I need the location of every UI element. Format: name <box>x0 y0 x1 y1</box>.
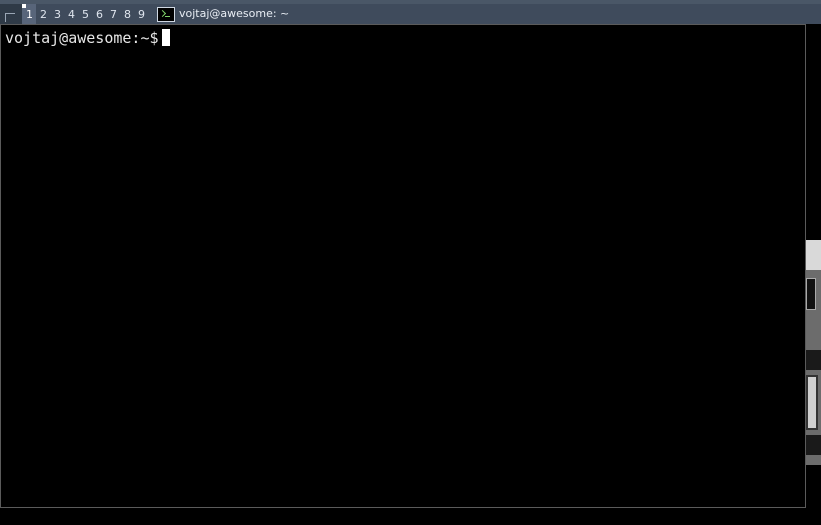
terminal-prompt: vojtaj@awesome:~$ <box>5 29 159 47</box>
taglist: 1 2 3 4 5 6 7 8 9 <box>22 4 148 24</box>
top-bar: 1 2 3 4 5 6 7 8 9 vojtaj@awesome: ~ <box>0 0 821 24</box>
launcher-icon[interactable] <box>0 4 22 24</box>
tag-1[interactable]: 1 <box>22 4 36 24</box>
tag-6[interactable]: 6 <box>92 4 106 24</box>
tag-4[interactable]: 4 <box>64 4 78 24</box>
terminal-line: vojtaj@awesome:~$ <box>5 29 170 47</box>
background-window-fragment[interactable] <box>806 240 821 465</box>
tag-8[interactable]: 8 <box>120 4 134 24</box>
fragment-panel <box>806 435 821 455</box>
task-title[interactable]: vojtaj@awesome: ~ <box>179 4 289 24</box>
tag-5[interactable]: 5 <box>78 4 92 24</box>
terminal-window[interactable]: vojtaj@awesome:~$ <box>0 24 806 508</box>
fragment-panel <box>806 278 816 310</box>
fragment-panel <box>806 375 818 430</box>
tag-9[interactable]: 9 <box>134 4 148 24</box>
fragment-panel <box>806 350 821 370</box>
tasklist: vojtaj@awesome: ~ <box>155 4 821 24</box>
tag-3[interactable]: 3 <box>50 4 64 24</box>
tag-2[interactable]: 2 <box>36 4 50 24</box>
fragment-panel <box>806 240 821 270</box>
terminal-cursor <box>161 29 170 46</box>
tag-7[interactable]: 7 <box>106 4 120 24</box>
terminal-icon[interactable] <box>157 6 175 22</box>
